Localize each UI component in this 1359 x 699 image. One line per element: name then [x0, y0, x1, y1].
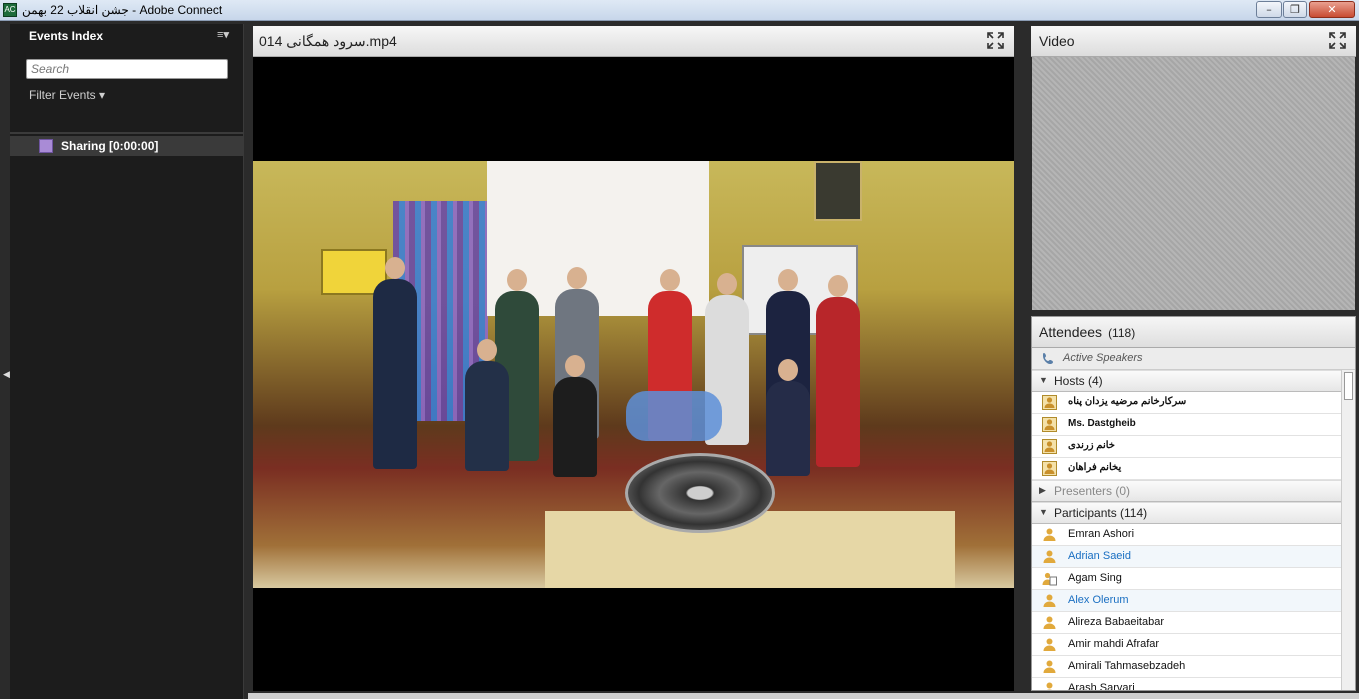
video-pod-header: Video — [1031, 26, 1356, 57]
events-index-title: Events Index — [29, 29, 104, 43]
minimize-button[interactable]: – — [1256, 1, 1282, 18]
attendee-name: یخانم فراهان — [1068, 462, 1122, 473]
attendees-count: (118) — [1108, 326, 1136, 340]
attendee-name: Alex Olerum — [1068, 594, 1129, 606]
attendee-name: Arash Sarvari — [1068, 682, 1135, 691]
active-speakers-label: Active Speakers — [1063, 352, 1143, 364]
panel-menu-icon[interactable]: ≡▾ — [217, 28, 229, 41]
video-frame[interactable] — [253, 161, 1014, 588]
host-row[interactable]: Ms. Dastgheib — [1032, 414, 1341, 436]
panel-divider — [10, 132, 244, 134]
host-user-icon — [1042, 461, 1057, 476]
host-user-icon — [1042, 395, 1057, 410]
attendee-name: سرکارخانم مرضیه یزدان پناه — [1068, 396, 1187, 407]
user-icon — [1043, 594, 1056, 607]
user-icon — [1046, 682, 1053, 690]
event-item-sharing[interactable]: Sharing [0:00:00] — [10, 136, 244, 156]
fullscreen-icon[interactable] — [987, 32, 1004, 49]
phone-icon — [1043, 353, 1053, 364]
user-icon — [1043, 616, 1056, 629]
user-with-card-icon — [1042, 572, 1057, 586]
attendee-name: Amir mahdi Afrafar — [1068, 638, 1160, 650]
host-row[interactable]: سرکارخانم مرضیه یزدان پناه — [1032, 392, 1341, 414]
search-input[interactable]: Search — [26, 59, 228, 79]
events-index-panel: Events Index ≡▾ Search Filter Events ▾ S… — [10, 24, 244, 699]
participant-row[interactable]: Amirali Tahmasebzadeh — [1032, 656, 1341, 678]
close-button[interactable]: ✕ — [1309, 1, 1355, 18]
video-pod-title: Video — [1039, 33, 1075, 49]
event-item-label: Sharing [0:00:00] — [61, 139, 159, 153]
record-disc — [625, 453, 775, 533]
attendee-list-scrollbar[interactable] — [1341, 370, 1355, 690]
host-user-icon — [1042, 417, 1057, 432]
adobe-connect-icon: AC — [3, 3, 17, 17]
group-label: Participants (114) — [1054, 506, 1148, 520]
host-row[interactable]: یخانم فراهان — [1032, 458, 1341, 480]
person — [373, 257, 417, 469]
host-user-icon — [1042, 439, 1057, 454]
fullscreen-icon[interactable] — [1329, 32, 1346, 49]
bottom-status-strip — [248, 693, 1359, 699]
video-pod-empty-area — [1032, 57, 1355, 310]
group-label: Hosts (4) — [1054, 374, 1103, 388]
wall-portrait — [814, 161, 862, 221]
expand-triangle-icon: ▼ — [1039, 507, 1048, 517]
filter-events-dropdown[interactable]: Filter Events ▾ — [29, 88, 105, 102]
expand-triangle-icon: ▼ — [1039, 375, 1048, 385]
user-icon — [1043, 638, 1056, 651]
participant-row[interactable]: Agam Sing — [1032, 568, 1341, 590]
person — [465, 339, 509, 471]
sharing-layout-icon — [39, 139, 53, 153]
share-pod-title: 014 سرود همگانی.mp4 — [259, 33, 397, 49]
water-jug — [626, 391, 722, 441]
collapse-panel-arrow-icon[interactable]: ◀ — [3, 370, 10, 380]
attendee-name: Alireza Babaeitabar — [1068, 616, 1165, 628]
hosts-group-header[interactable]: ▼ Hosts (4) — [1032, 370, 1341, 392]
person — [816, 275, 860, 467]
scrollbar-thumb[interactable] — [1344, 372, 1353, 400]
attendee-name: Adrian Saeid — [1068, 550, 1131, 562]
participant-row[interactable]: Alex Olerum — [1032, 590, 1341, 612]
attendees-title: Attendees — [1039, 324, 1103, 340]
window-titlebar: AC جشن انقلاب 22 بهمن - Adobe Connect – … — [0, 0, 1359, 21]
attendee-name: Emran Ashori — [1068, 528, 1135, 540]
group-label: Presenters (0) — [1054, 484, 1131, 498]
attendees-header: Attendees (118) — [1032, 317, 1355, 348]
active-speakers-bar: Active Speakers — [1032, 348, 1355, 370]
participant-row[interactable]: Adrian Saeid — [1032, 546, 1341, 568]
events-index-header: Events Index ≡▾ — [10, 24, 243, 48]
share-pod-content — [253, 57, 1014, 691]
participant-row[interactable]: Emran Ashori — [1032, 524, 1341, 546]
presenters-group-header[interactable]: ▶ Presenters (0) — [1032, 480, 1341, 502]
user-icon — [1043, 528, 1056, 541]
participant-row[interactable]: Alireza Babaeitabar — [1032, 612, 1341, 634]
attendee-name: Amirali Tahmasebzadeh — [1068, 660, 1186, 672]
host-row[interactable]: خانم زرندی — [1032, 436, 1341, 458]
attendee-name: Agam Sing — [1068, 572, 1122, 584]
collapsed-triangle-icon: ▶ — [1039, 485, 1046, 495]
participants-group-header[interactable]: ▼ Participants (114) — [1032, 502, 1341, 524]
maximize-button[interactable]: ❐ — [1283, 1, 1307, 18]
participant-row[interactable]: Arash Sarvari — [1032, 678, 1341, 691]
attendees-pod: Attendees (118) Active Speakers ▼ Hosts (… — [1031, 316, 1356, 691]
user-icon — [1043, 550, 1056, 563]
share-pod-header: 014 سرود همگانی.mp4 — [253, 26, 1014, 57]
person — [766, 359, 810, 476]
attendee-name: Ms. Dastgheib — [1068, 418, 1136, 429]
attendee-list: ▼ Hosts (4) سرکارخانم مرضیه یزدان پناه M… — [1032, 370, 1341, 691]
person — [553, 355, 597, 477]
user-icon — [1043, 660, 1056, 673]
window-title: جشن انقلاب 22 بهمن - Adobe Connect — [22, 3, 223, 17]
attendee-name: خانم زرندی — [1068, 440, 1115, 451]
participant-row[interactable]: Amir mahdi Afrafar — [1032, 634, 1341, 656]
